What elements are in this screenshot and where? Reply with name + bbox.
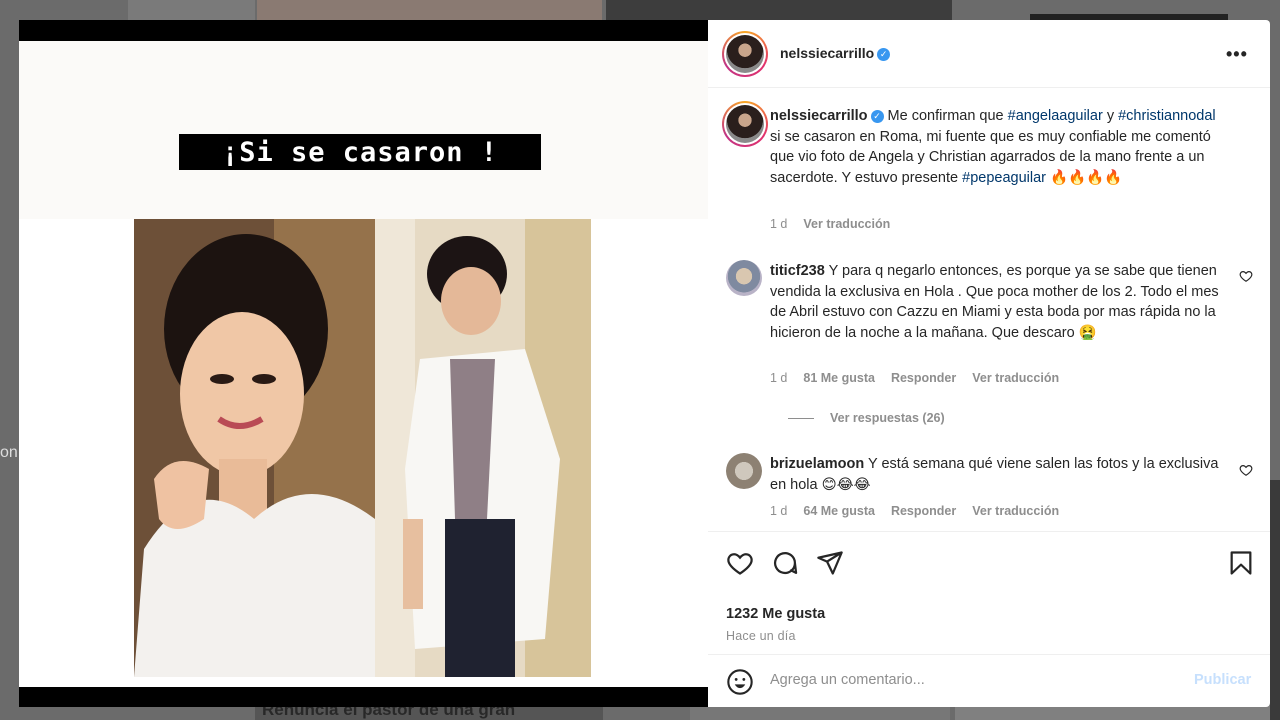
story-caption: ¡Si se casaron ! <box>179 134 541 170</box>
verified-badge-icon: ✓ <box>877 47 891 61</box>
story-image: ¡Si se casaron ! <box>19 41 708 687</box>
comment-text: brizuelamoon Y está semana qué viene sal… <box>770 454 1220 495</box>
caption-time: 1 d <box>770 217 788 231</box>
author-avatar[interactable] <box>722 31 768 77</box>
comment-input[interactable] <box>770 667 1180 693</box>
more-options-icon[interactable]: ••• <box>1226 44 1248 65</box>
hashtag-link[interactable]: #angelaaguilar <box>1008 108 1103 124</box>
comment-text: titicf238 Y para q negarlo entonces, es … <box>770 261 1220 343</box>
translate-link[interactable]: Ver traducción <box>972 504 1059 518</box>
comment-meta: 1 d 81 Me gusta Responder Ver traducción <box>770 371 1075 385</box>
commenter-avatar[interactable] <box>726 453 762 489</box>
reply-link[interactable]: Responder <box>891 371 956 385</box>
verified-badge-icon: ✓ <box>870 109 884 123</box>
caption-emoji: 🔥🔥🔥🔥 <box>1045 169 1123 186</box>
photo-woman <box>134 219 375 677</box>
bookmark-icon[interactable] <box>1227 549 1255 577</box>
caption-avatar[interactable] <box>722 101 768 147</box>
comment-icon[interactable] <box>771 549 799 577</box>
comment-likes[interactable]: 81 Me gusta <box>803 371 875 385</box>
caption-meta: 1 d Ver traducción <box>770 217 906 231</box>
post-caption: nelssiecarrillo ✓ Me confirman que #angel… <box>770 106 1230 188</box>
hashtag-link[interactable]: #pepeaguilar <box>962 170 1046 186</box>
comment-body: Y para q negarlo entonces, es porque ya … <box>770 263 1219 341</box>
background-tile <box>257 0 602 22</box>
author-username[interactable]: nelssiecarrillo ✓ <box>780 45 891 61</box>
heart-icon[interactable] <box>1239 269 1253 283</box>
caption-text: y <box>1102 108 1119 124</box>
background-tile <box>606 0 952 22</box>
comments-section[interactable]: nelssiecarrillo ✓ Me confirman que #angel… <box>708 89 1270 531</box>
post-header: nelssiecarrillo ✓ ••• <box>708 20 1270 88</box>
background-tile <box>690 705 950 720</box>
translate-link[interactable]: Ver traducción <box>972 371 1059 385</box>
smiley-icon[interactable] <box>726 668 754 696</box>
post-time: Hace un día <box>726 629 796 643</box>
post-media: ¡Si se casaron ! <box>19 20 708 707</box>
background-tile <box>955 705 1280 720</box>
hashtag-link[interactable]: #christiannodal <box>1118 108 1216 124</box>
heart-icon[interactable] <box>726 549 754 577</box>
translate-link[interactable]: Ver traducción <box>803 217 890 231</box>
commenter-avatar[interactable] <box>726 260 762 296</box>
heart-icon[interactable] <box>1239 463 1253 477</box>
view-replies-link[interactable]: Ver respuestas (26) <box>788 411 945 425</box>
post-actions: 1232 Me gusta Hace un día <box>708 531 1270 661</box>
comment-time: 1 d <box>770 371 788 385</box>
photo-man <box>375 219 591 677</box>
reply-link[interactable]: Responder <box>891 504 956 518</box>
background-tile <box>1270 480 1280 720</box>
background-tile <box>128 0 255 22</box>
commenter-username[interactable]: titicf238 <box>770 263 825 279</box>
commenter-username[interactable]: brizuelamoon <box>770 456 864 472</box>
background-text: on <box>0 444 18 461</box>
like-count[interactable]: 1232 Me gusta <box>726 606 825 622</box>
author-username-text[interactable]: nelssiecarrillo <box>780 45 874 61</box>
comment-meta: 1 d 64 Me gusta Responder Ver traducción <box>770 504 1075 518</box>
comment-likes[interactable]: 64 Me gusta <box>803 504 875 518</box>
publish-button[interactable]: Publicar <box>1194 672 1251 688</box>
send-icon[interactable] <box>816 549 844 577</box>
view-replies-label[interactable]: Ver respuestas (26) <box>830 411 945 425</box>
add-comment-bar: Publicar <box>708 654 1270 707</box>
replies-divider <box>788 417 814 419</box>
caption-text: Me confirman que <box>883 108 1008 124</box>
caption-username[interactable]: nelssiecarrillo <box>770 108 868 124</box>
comment-time: 1 d <box>770 504 788 518</box>
post-details-panel: nelssiecarrillo ✓ ••• nelssiecarrillo ✓ Me… <box>708 20 1270 707</box>
